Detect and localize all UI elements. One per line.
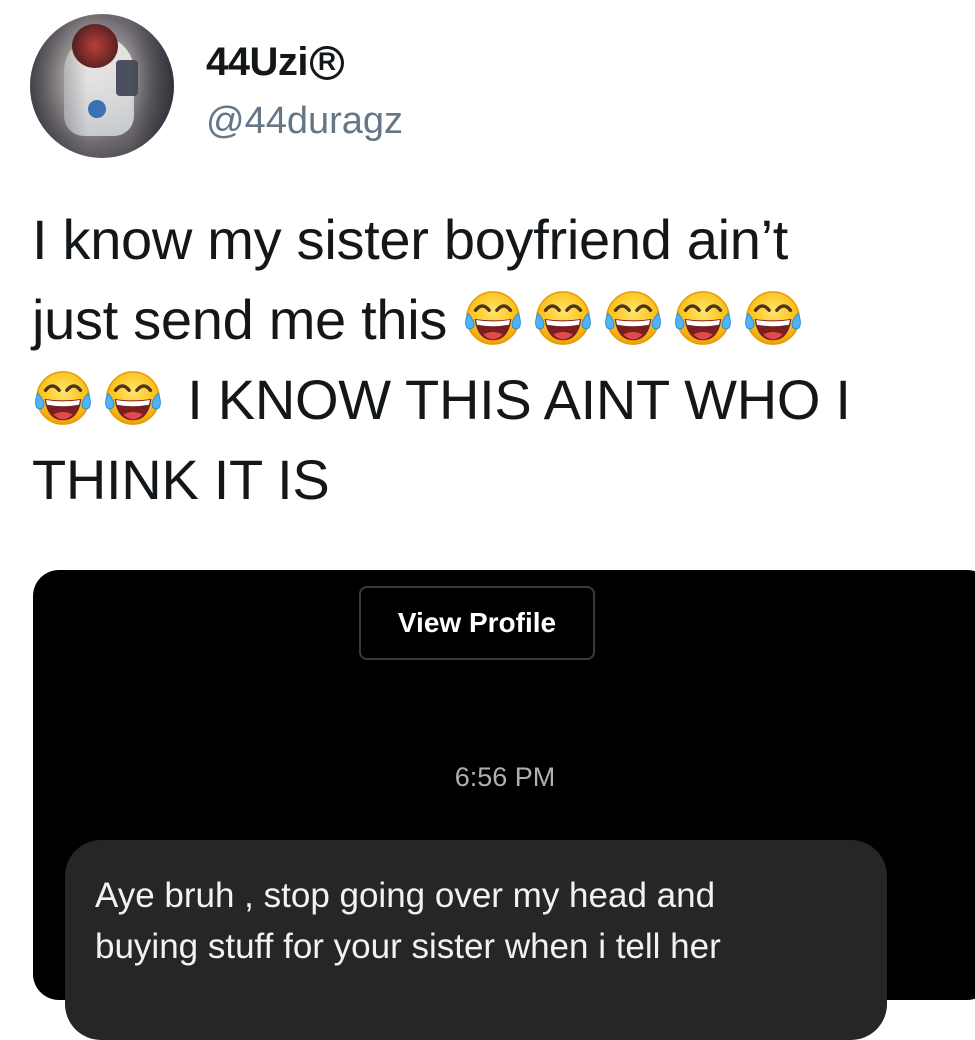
dm-screenshot: View Profile 6:56 PM Aye bruh , stop goi…	[33, 570, 975, 1040]
tweet-text: I know my sister boyfriend ain’t just se…	[32, 200, 962, 520]
message-line-1: Aye bruh , stop going over my head and	[95, 876, 716, 915]
tweet-text-line-2: just send me this	[32, 280, 962, 360]
avatar-shade	[30, 14, 174, 158]
joy-emoji-icon	[32, 367, 94, 429]
joy-emoji-icon	[742, 287, 804, 349]
tweet-text-line-3-text: I KNOW THIS AINT WHO I	[187, 368, 851, 431]
joy-emoji-icon	[532, 287, 594, 349]
view-profile-button[interactable]: View Profile	[359, 586, 595, 660]
tweet-header: 44Uzi R @44duragz	[30, 14, 630, 158]
message-timestamp: 6:56 PM	[454, 762, 556, 792]
joy-emoji-icon	[462, 287, 524, 349]
tweet-text-line-1: I know my sister boyfriend ain’t	[32, 208, 789, 271]
tweet-text-line-2-text: just send me this	[32, 288, 448, 351]
message-line-2: buying stuff for your sister when i tell…	[95, 927, 721, 966]
tweet-text-line-4: THINK IT IS	[32, 448, 330, 511]
registered-icon: R	[310, 45, 344, 80]
tweet-text-line-3: I KNOW THIS AINT WHO I	[32, 360, 962, 440]
display-name[interactable]: 44Uzi	[206, 40, 309, 85]
user-handle[interactable]: @44duragz	[206, 100, 403, 143]
display-name-row[interactable]: 44Uzi R	[206, 40, 344, 85]
avatar[interactable]	[30, 14, 174, 158]
joy-emoji-icon	[102, 367, 164, 429]
joy-emoji-icon	[672, 287, 734, 349]
message-bubble: Aye bruh , stop going over my head and b…	[65, 840, 887, 1040]
joy-emoji-icon	[602, 287, 664, 349]
